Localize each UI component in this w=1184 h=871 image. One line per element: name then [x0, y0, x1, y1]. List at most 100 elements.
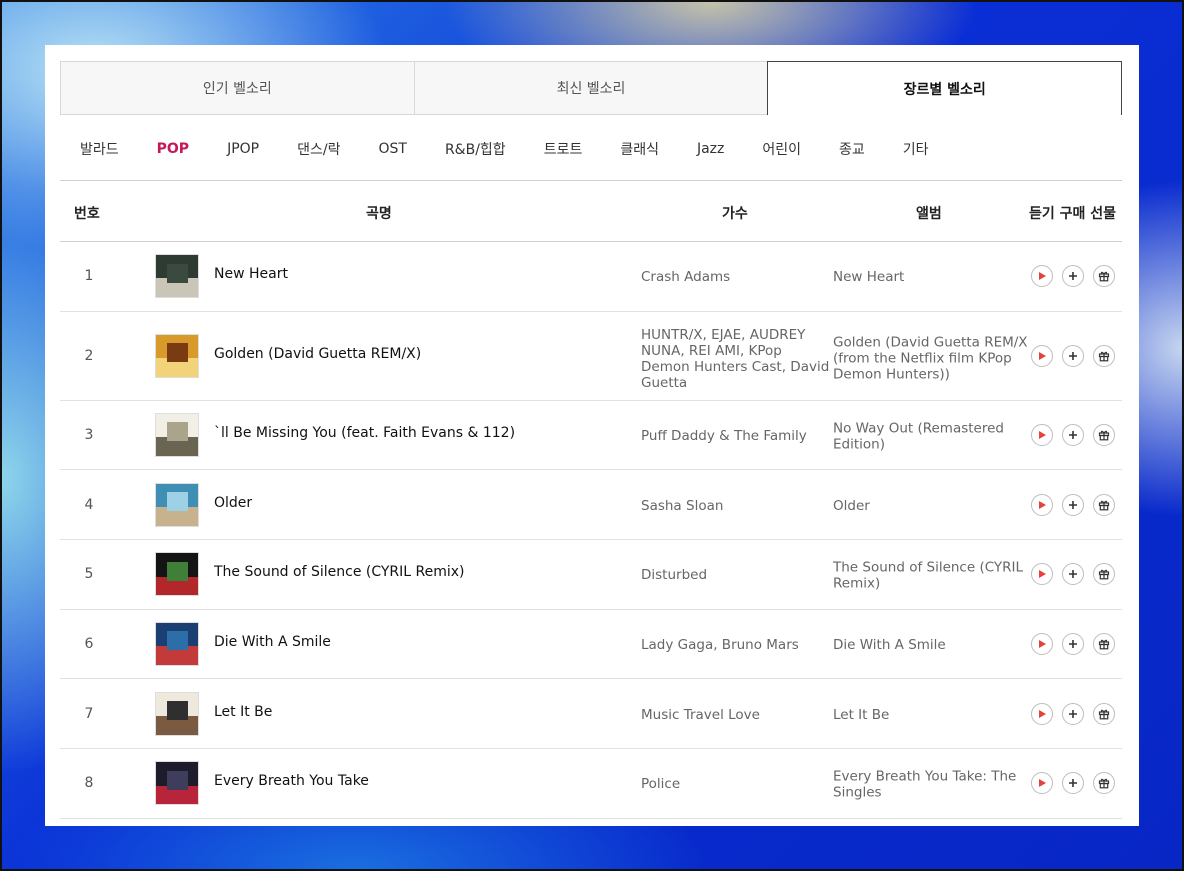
song-title[interactable]: Every Breath You Take — [214, 774, 369, 790]
genre-5[interactable]: OST — [378, 141, 406, 157]
table-row: 6 Die With A Smile Lady Gaga, Bruno Mars Di… — [60, 610, 1122, 680]
song-title[interactable]: Let It Be — [214, 704, 272, 720]
gift-button[interactable] — [1093, 493, 1115, 516]
genre-4[interactable]: 댄스/락 — [297, 139, 340, 159]
album-art[interactable] — [155, 552, 199, 597]
play-button[interactable] — [1031, 424, 1053, 447]
gift-button[interactable] — [1093, 772, 1115, 795]
header-album: 앨범 — [916, 206, 942, 222]
genre-9[interactable]: Jazz — [697, 141, 724, 157]
purchase-button[interactable] — [1062, 424, 1084, 447]
tab-1[interactable]: 인기 벨소리 — [60, 61, 414, 115]
album-art[interactable] — [155, 761, 199, 806]
play-icon — [1037, 778, 1047, 788]
album-art[interactable] — [155, 413, 199, 458]
song-album: Every Breath You Take: The Singles — [833, 769, 1017, 802]
play-button[interactable] — [1031, 563, 1053, 586]
play-icon — [1037, 639, 1047, 649]
play-button[interactable] — [1031, 702, 1053, 725]
row-actions — [1031, 772, 1115, 795]
song-title[interactable]: The Sound of Silence (CYRIL Remix) — [214, 564, 465, 580]
genre-filter-bar: 발라드 POP JPOP 댄스/락 OST R&B/힙합 트로트 클래식 Jazz 어린이 종교 기타 — [60, 117, 1122, 181]
main-tabs: 인기 벨소리 최신 벨소리 장르별 벨소리 — [60, 61, 1123, 115]
song-artist: Music Travel Love — [641, 706, 760, 723]
album-art[interactable] — [155, 622, 199, 667]
song-album: No Way Out (Remastered Edition) — [833, 420, 1004, 453]
table-row: 1 New Heart Crash Adams New Heart — [60, 242, 1122, 312]
gift-icon — [1098, 708, 1110, 720]
table-row: 2 Golden (David Guetta REM/X) HUNTR/X, EJA… — [60, 312, 1122, 401]
gift-icon — [1098, 777, 1110, 789]
song-title[interactable]: Golden (David Guetta REM/X) — [214, 346, 421, 362]
genre-2[interactable]: POP — [157, 141, 189, 157]
purchase-button[interactable] — [1062, 493, 1084, 516]
purchase-button[interactable] — [1062, 344, 1084, 367]
plus-icon — [1068, 351, 1078, 361]
purchase-button[interactable] — [1062, 772, 1084, 795]
gift-icon — [1098, 568, 1110, 580]
plus-icon — [1068, 569, 1078, 579]
row-number: 1 — [84, 268, 94, 285]
play-icon — [1037, 430, 1047, 440]
song-album: The Sound of Silence (CYRIL Remix) — [833, 560, 1024, 593]
play-button[interactable] — [1031, 265, 1053, 288]
song-title[interactable]: Die With A Smile — [214, 634, 331, 650]
song-artist: Police — [641, 776, 681, 793]
play-button[interactable] — [1031, 493, 1053, 516]
play-icon — [1037, 569, 1047, 579]
gift-button[interactable] — [1093, 344, 1115, 367]
gift-button[interactable] — [1093, 633, 1115, 656]
row-actions — [1031, 265, 1115, 288]
song-title[interactable]: Older — [214, 495, 252, 511]
album-art[interactable] — [155, 254, 199, 299]
song-title[interactable]: `ll Be Missing You (feat. Faith Evans & … — [214, 425, 515, 441]
play-button[interactable] — [1031, 344, 1053, 367]
row-number: 3 — [84, 427, 94, 444]
purchase-button[interactable] — [1062, 265, 1084, 288]
row-actions — [1031, 563, 1115, 586]
album-art[interactable] — [155, 482, 199, 527]
genre-10[interactable]: 어린이 — [762, 139, 801, 159]
gift-button[interactable] — [1093, 265, 1115, 288]
genre-12[interactable]: 기타 — [903, 139, 929, 159]
plus-icon — [1068, 430, 1078, 440]
purchase-button[interactable] — [1062, 633, 1084, 656]
genre-3[interactable]: JPOP — [227, 141, 259, 157]
gift-icon — [1098, 350, 1110, 362]
play-icon — [1037, 271, 1047, 281]
gift-icon — [1098, 270, 1110, 282]
row-number: 8 — [84, 775, 94, 792]
header-number: 번호 — [74, 206, 100, 222]
play-button[interactable] — [1031, 772, 1053, 795]
play-button[interactable] — [1031, 633, 1053, 656]
genre-8[interactable]: 클래식 — [620, 139, 659, 159]
genre-11[interactable]: 종교 — [839, 139, 865, 159]
purchase-button[interactable] — [1062, 563, 1084, 586]
row-number: 4 — [84, 496, 94, 513]
plus-icon — [1068, 778, 1078, 788]
song-album: Older — [833, 497, 870, 514]
row-actions — [1031, 493, 1115, 516]
tab-2[interactable]: 최신 벨소리 — [413, 61, 768, 115]
genre-6[interactable]: R&B/힙합 — [445, 139, 506, 159]
gift-button[interactable] — [1093, 563, 1115, 586]
play-icon — [1037, 709, 1047, 719]
gift-button[interactable] — [1093, 424, 1115, 447]
table-row: 7 Let It Be Music Travel Love Let It Be — [60, 679, 1122, 750]
ringtone-panel: 인기 벨소리 최신 벨소리 장르별 벨소리 발라드 POP JPOP 댄스/락 OST R&B… — [45, 45, 1139, 826]
genre-1[interactable]: 발라드 — [80, 139, 119, 159]
table-row: 4 Older Sasha Sloan Older — [60, 470, 1122, 541]
purchase-button[interactable] — [1062, 702, 1084, 725]
album-art[interactable] — [155, 333, 199, 378]
table-row: 5 The Sound of Silence (CYRIL Remix) Distu… — [60, 540, 1122, 610]
gift-icon — [1098, 429, 1110, 441]
gift-icon — [1098, 638, 1110, 650]
row-number: 6 — [84, 636, 94, 653]
song-title[interactable]: New Heart — [214, 266, 288, 282]
gift-button[interactable] — [1093, 702, 1115, 725]
tab-3[interactable]: 장르별 벨소리 — [767, 61, 1123, 115]
genre-7[interactable]: 트로트 — [544, 139, 583, 159]
album-art[interactable] — [155, 691, 199, 736]
song-artist: Crash Adams — [641, 269, 731, 286]
play-icon — [1037, 351, 1047, 361]
